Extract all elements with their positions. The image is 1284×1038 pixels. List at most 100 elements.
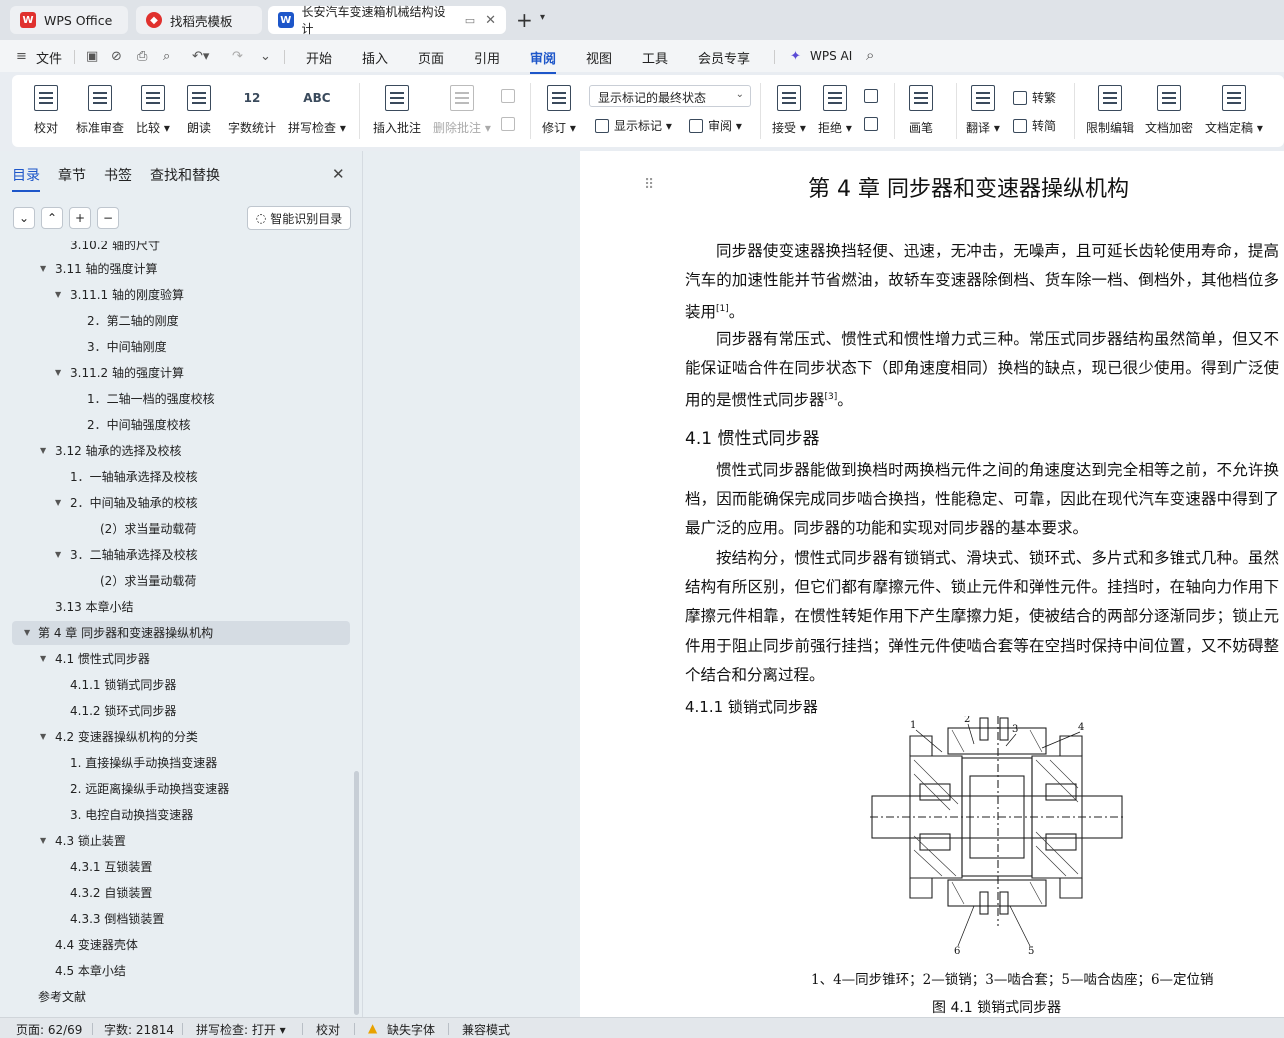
toc-item[interactable]: ▼ 3.12 轴承的选择及校核: [0, 439, 338, 463]
toc-item[interactable]: ▼ 4.2 变速器操纵机构的分类: [0, 725, 338, 749]
toc-item[interactable]: ▼ 3．二轴轴承选择及校核: [0, 543, 338, 567]
expand-down-button[interactable]: ⌄: [13, 207, 35, 229]
collapse-up-button[interactable]: ⌃: [41, 207, 63, 229]
menu-member[interactable]: 会员专享: [698, 48, 750, 67]
expand-arrow-icon[interactable]: ▼: [55, 543, 61, 567]
tab-find-replace[interactable]: 查找和替换: [150, 165, 220, 185]
toc-item[interactable]: 1．一轴轴承选择及校核: [0, 465, 338, 489]
close-icon[interactable]: ✕: [332, 165, 345, 183]
page-indicator[interactable]: 页面: 62/69: [16, 1021, 82, 1038]
missing-font-indicator[interactable]: 缺失字体: [387, 1021, 435, 1038]
hamburger-menu-icon[interactable]: ≡: [16, 49, 27, 64]
drag-handle-icon[interactable]: ⠿: [644, 177, 654, 193]
toc-item[interactable]: 3. 电控自动换挡变速器: [0, 803, 338, 827]
search-icon[interactable]: ⌕: [866, 46, 874, 64]
expand-arrow-icon[interactable]: ▼: [40, 257, 46, 281]
document-page[interactable]: ⠿ 第 4 章 同步器和变速器操纵机构 同步器使变速器换挡轻便、迅速，无冲击，无…: [580, 151, 1284, 1017]
expand-arrow-icon[interactable]: ▼: [40, 829, 46, 853]
toc-item[interactable]: 1. 直接操纵手动换挡变速器: [0, 751, 338, 775]
wps-ai-icon[interactable]: ✦: [790, 49, 801, 64]
menu-page[interactable]: 页面: [418, 48, 444, 67]
spell-check-button[interactable]: ABC 拼写检查 ▾: [288, 85, 346, 136]
expand-arrow-icon[interactable]: ▼: [40, 725, 46, 749]
toc-item[interactable]: 4.5 本章小结: [0, 959, 338, 983]
review-pane-button[interactable]: 审阅 ▾: [689, 117, 742, 134]
delete-comment-button[interactable]: 删除批注 ▾: [433, 85, 491, 136]
toc-item[interactable]: ▼ 第 4 章 同步器和变速器操纵机构: [12, 621, 350, 645]
toc-item[interactable]: ▼ 3.11 轴的强度计算: [0, 257, 338, 281]
tab-bookmarks[interactable]: 书签: [104, 165, 132, 185]
tab-current-document[interactable]: W 长安汽车变速箱机械结构设计 ▭ ✕: [268, 5, 506, 36]
toc-item[interactable]: ▼ 4.3 锁止装置: [0, 829, 338, 853]
tab-wps-office[interactable]: W WPS Office: [10, 6, 128, 34]
undo-icon[interactable]: ↶▾: [192, 49, 209, 64]
spell-check-toggle[interactable]: 拼写检查: 打开 ▾: [196, 1021, 286, 1038]
save-icon[interactable]: ▣: [86, 49, 98, 64]
scrollbar-thumb[interactable]: [354, 771, 359, 1015]
next-comment-button[interactable]: [501, 117, 520, 131]
to-simplified-button[interactable]: 转简: [1013, 117, 1056, 134]
toc-item[interactable]: 4.4 变速器壳体: [0, 933, 338, 957]
to-traditional-button[interactable]: 转繁: [1013, 89, 1056, 106]
toc-item[interactable]: ▼ 4.1 惯性式同步器: [0, 647, 338, 671]
expand-arrow-icon[interactable]: ▼: [40, 439, 46, 463]
toc-item[interactable]: 4.3.3 倒档锁装置: [0, 907, 338, 931]
menu-view[interactable]: 视图: [586, 48, 612, 67]
toc-item[interactable]: 4.3.1 互锁装置: [0, 855, 338, 879]
toc-item[interactable]: 2. 远距离操纵手动换挡变速器: [0, 777, 338, 801]
redo-icon[interactable]: ↷: [232, 49, 243, 64]
menu-reference[interactable]: 引用: [474, 48, 500, 67]
pen-button[interactable]: 画笔: [909, 85, 933, 136]
expand-arrow-icon[interactable]: ▼: [55, 361, 61, 385]
toc-item[interactable]: 4.1.2 锁环式同步器: [0, 699, 338, 723]
toc-item[interactable]: 参考文献: [0, 985, 338, 1009]
encrypt-button[interactable]: 文档加密: [1145, 85, 1193, 136]
tab-toc[interactable]: 目录: [12, 165, 40, 192]
expand-arrow-icon[interactable]: ▼: [55, 491, 61, 515]
restrict-edit-button[interactable]: 限制编辑: [1086, 85, 1134, 136]
show-markup-button[interactable]: 显示标记 ▾: [595, 117, 672, 134]
accept-button[interactable]: 接受 ▾: [772, 85, 806, 136]
insert-comment-button[interactable]: 插入批注: [373, 85, 421, 136]
prev-comment-button[interactable]: [501, 89, 520, 103]
toc-item[interactable]: 3.10.2 轴的尺寸: [0, 241, 338, 257]
toc-item[interactable]: (2）求当量动载荷: [0, 517, 338, 541]
word-count-indicator[interactable]: 字数: 21814: [104, 1021, 174, 1038]
read-aloud-button[interactable]: 朗读: [187, 85, 211, 136]
menu-review[interactable]: 审阅: [530, 48, 557, 74]
revise-button[interactable]: 修订 ▾: [542, 85, 576, 136]
proofread-button[interactable]: 校对: [34, 85, 58, 136]
more-chevron-icon[interactable]: ⌄: [260, 49, 271, 64]
file-menu[interactable]: 文件: [36, 48, 62, 67]
close-tab-icon[interactable]: ✕: [485, 13, 496, 28]
menu-start[interactable]: 开始: [306, 48, 332, 67]
print-preview-icon[interactable]: ⌕: [163, 49, 170, 64]
add-heading-button[interactable]: +: [69, 207, 91, 229]
toc-item[interactable]: ▼ 2．中间轴及轴承的校核: [0, 491, 338, 515]
toc-item[interactable]: ▼ 3.11.2 轴的强度计算: [0, 361, 338, 385]
toc-item[interactable]: 2．第二轴的刚度: [0, 309, 338, 333]
wps-ai-button[interactable]: WPS AI: [810, 49, 852, 63]
finalize-button[interactable]: 文档定稿 ▾: [1205, 85, 1263, 136]
translate-button[interactable]: 翻译 ▾: [966, 85, 1000, 136]
tab-sections[interactable]: 章节: [58, 165, 86, 185]
print-icon[interactable]: ⎙: [137, 49, 147, 64]
link-icon[interactable]: ⊘: [111, 49, 122, 64]
toc-item[interactable]: 3.13 本章小结: [0, 595, 338, 619]
toc-item[interactable]: 3．中间轴刚度: [0, 335, 338, 359]
expand-arrow-icon[interactable]: ▼: [55, 283, 61, 307]
toc-item[interactable]: 4.1.1 锁销式同步器: [0, 673, 338, 697]
menu-insert[interactable]: 插入: [362, 48, 388, 67]
smart-toc-button[interactable]: ◌ 智能识别目录: [247, 206, 351, 230]
menu-tools[interactable]: 工具: [642, 48, 668, 67]
proofread-status[interactable]: 校对: [316, 1021, 340, 1038]
expand-arrow-icon[interactable]: ▼: [40, 647, 46, 671]
remove-heading-button[interactable]: −: [97, 207, 119, 229]
toc-item[interactable]: 4.3.2 自锁装置: [0, 881, 338, 905]
next-change-button[interactable]: [864, 117, 883, 131]
toc-item[interactable]: ▼ 3.11.1 轴的刚度验算: [0, 283, 338, 307]
standard-review-button[interactable]: 标准审查: [76, 85, 124, 136]
prev-change-button[interactable]: [864, 89, 883, 103]
new-tab-plus-icon[interactable]: +: [516, 8, 533, 32]
monitor-icon[interactable]: ▭: [465, 14, 475, 27]
